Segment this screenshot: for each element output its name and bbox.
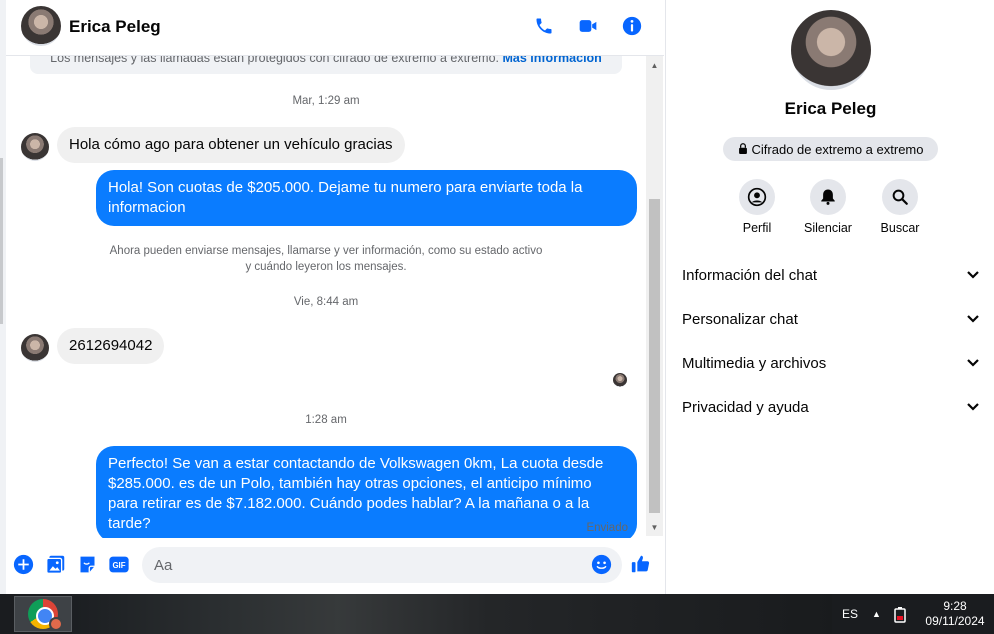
section-label: Personalizar chat [682,310,798,328]
profile-avatar[interactable] [791,10,871,90]
section-label: Multimedia y archivos [682,354,827,372]
scroll-up-arrow-icon[interactable]: ▲ [646,58,663,72]
profile-badge-icon [49,617,63,631]
section-media-files[interactable]: Multimedia y archivos [682,345,980,381]
messenger-app: Erica Peleg Los mensajes y las llamadas … [0,0,994,594]
scrollbar[interactable]: ▲ ▼ [646,56,663,536]
sticker-icon[interactable] [76,553,98,575]
chevron-down-icon [966,267,980,284]
chevron-down-icon [966,399,980,416]
profile-button[interactable]: Perfil [722,179,792,235]
e2e-banner-text: Los mensajes y las llamadas están proteg… [50,56,500,65]
bell-icon [810,179,846,215]
message-outgoing[interactable]: Perfecto! Se van a estar contactando de … [96,446,637,538]
taskbar: ES ▲ 9:28 09/11/2024 [0,594,994,634]
profile-name: Erica Peleg [784,99,877,118]
taskbar-wallpaper [72,594,832,634]
mute-label: Silenciar [804,221,852,235]
section-label: Información del chat [682,266,818,284]
video-icon[interactable] [576,14,600,38]
sender-avatar[interactable] [21,334,49,362]
system-clock[interactable]: 9:28 09/11/2024 [920,599,990,629]
scroll-down-arrow-icon[interactable]: ▼ [646,520,663,534]
timestamp: Mar, 1:29 am [292,95,360,107]
mute-button[interactable]: Silenciar [793,179,863,235]
lock-icon [738,142,748,157]
phone-icon[interactable] [532,14,556,38]
e2e-badge[interactable]: Cifrado de extremo a extremo [723,137,938,161]
battery-icon[interactable] [893,594,907,634]
system-notice: Ahora pueden enviarse mensajes, llamarse… [109,245,543,273]
search-label: Buscar [880,221,920,235]
chrome-taskbar-button[interactable] [14,596,72,632]
message-status: Enviado [586,522,628,534]
like-icon[interactable] [630,553,652,575]
scroll-thumb[interactable] [649,199,660,513]
language-indicator[interactable]: ES [842,594,858,634]
message-incoming[interactable]: 2612694042 [57,328,165,364]
info-icon[interactable] [620,14,644,38]
svg-text:GIF: GIF [112,561,125,570]
message-list[interactable]: Los mensajes y las llamadas están proteg… [6,56,646,538]
clock-time: 9:28 [943,599,967,613]
tray-expand-icon[interactable]: ▲ [872,594,881,634]
e2e-badge-label: Cifrado de extremo a extremo [751,141,924,157]
timestamp: Vie, 8:44 am [293,296,359,308]
composer: GIF [6,540,664,594]
message-outgoing[interactable]: Hola! Son cuotas de $205.000. Dejame tu … [96,170,637,226]
profile-label: Perfil [742,221,772,235]
seen-indicator-avatar [613,373,627,387]
photo-icon[interactable] [44,553,66,575]
more-info-link[interactable]: Más información [503,56,602,65]
e2e-banner: Los mensajes y las llamadas están proteg… [30,56,622,74]
section-privacy-support[interactable]: Privacidad y ayuda [682,389,980,425]
add-icon[interactable] [12,553,34,575]
message-input[interactable] [142,547,622,583]
contact-name[interactable]: Erica Peleg [69,17,161,37]
clock-date: 09/11/2024 [925,614,985,628]
chat-header: Erica Peleg [6,0,664,56]
chevron-down-icon [966,355,980,372]
sender-avatar[interactable] [21,133,49,161]
contact-avatar[interactable] [21,6,61,46]
section-customize-chat[interactable]: Personalizar chat [682,301,980,337]
search-button[interactable]: Buscar [865,179,935,235]
info-panel: Erica Peleg Cifrado de extremo a extremo… [665,0,994,594]
search-icon [882,179,918,215]
emoji-icon[interactable] [590,553,612,575]
chat-pane: Erica Peleg Los mensajes y las llamadas … [6,0,664,594]
message-incoming[interactable]: Hola cómo ago para obtener un vehículo g… [57,127,405,163]
timestamp: 1:28 am [305,414,347,426]
chevron-down-icon [966,311,980,328]
section-label: Privacidad y ayuda [682,398,809,416]
gif-icon[interactable]: GIF [108,553,130,575]
section-chat-info[interactable]: Información del chat [682,257,980,293]
profile-icon [739,179,775,215]
